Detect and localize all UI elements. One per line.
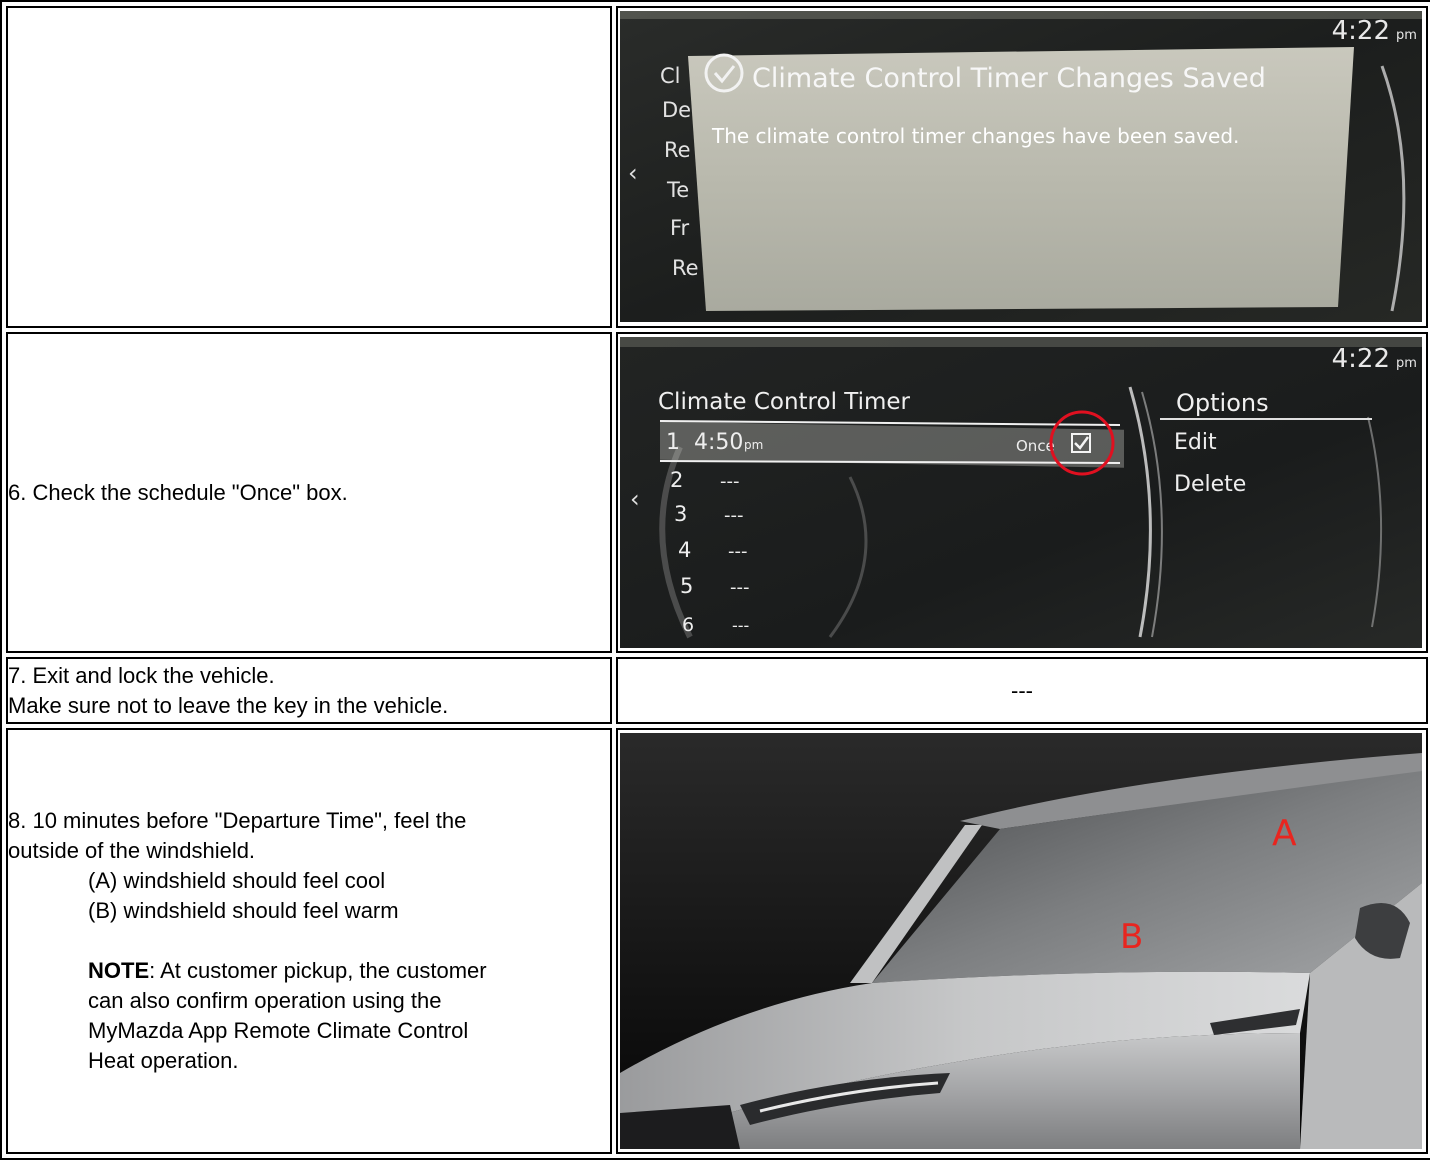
clock-time: 4:22 bbox=[1332, 16, 1390, 46]
timer-number: 3 bbox=[674, 502, 687, 526]
timer-time: --- bbox=[730, 577, 750, 598]
option-edit[interactable]: Edit bbox=[1174, 430, 1217, 455]
clock-suffix: pm bbox=[1396, 28, 1417, 43]
step-row-6: 6. Check the schedule "Once" box. 4:22 p… bbox=[6, 331, 1428, 654]
instruction-cell-8: 8. 10 minutes before "Departure Time", f… bbox=[6, 727, 612, 1154]
instruction-cell-7: 7. Exit and lock the vehicle. Make sure … bbox=[6, 657, 612, 724]
step-7-line: 7. Exit and lock the vehicle. bbox=[8, 662, 275, 688]
procedure-table: 4:22 pm ‹ Cl De Re Te Fr Re Climate Cont… bbox=[0, 0, 1430, 1160]
menu-fragment[interactable]: Re bbox=[664, 138, 691, 162]
menu-fragment[interactable]: Fr bbox=[670, 216, 690, 240]
note-text: : At customer pickup, the customer bbox=[149, 957, 487, 983]
image-cell-none: --- bbox=[616, 657, 1428, 724]
step-row-7: 7. Exit and lock the vehicle. Make sure … bbox=[6, 657, 1428, 724]
timer-time: 4:50 bbox=[694, 430, 743, 455]
note-text: can also confirm operation using the bbox=[88, 987, 442, 1013]
timer-number: 2 bbox=[670, 468, 683, 492]
timer-time: --- bbox=[724, 505, 744, 526]
sub-item-a: (A) windshield should feel cool bbox=[88, 867, 386, 893]
step-row-8: 8. 10 minutes before "Departure Time", f… bbox=[6, 727, 1428, 1154]
option-delete[interactable]: Delete bbox=[1174, 472, 1246, 497]
timer-time: --- bbox=[728, 541, 748, 562]
timer-number: 1 bbox=[666, 430, 680, 455]
note-text: MyMazda App Remote Climate Control bbox=[88, 1017, 469, 1043]
popup-title: Climate Control Timer Changes Saved bbox=[752, 63, 1266, 94]
step-8-line: outside of the windshield. bbox=[8, 837, 256, 863]
popup-message: The climate control timer changes have b… bbox=[711, 124, 1239, 148]
label-a: A bbox=[1272, 813, 1297, 854]
menu-fragment[interactable]: Cl bbox=[660, 64, 681, 88]
menu-fragment[interactable]: De bbox=[662, 98, 691, 122]
menu-fragment[interactable]: Te bbox=[666, 178, 689, 202]
image-cell-vehicle: A B bbox=[616, 727, 1428, 1154]
instruction-cell-empty bbox=[6, 6, 612, 328]
timer-schedule-label: Once bbox=[1016, 437, 1055, 455]
step-row-popup: 4:22 pm ‹ Cl De Re Te Fr Re Climate Cont… bbox=[6, 6, 1428, 328]
timer-time: --- bbox=[732, 616, 749, 635]
image-cell-timer: 4:22 pm Climate Control Timer 1 4:50 pm … bbox=[616, 331, 1428, 654]
vehicle-windshield-illustration: A B bbox=[620, 732, 1422, 1149]
screen-photo-timer-list: 4:22 pm Climate Control Timer 1 4:50 pm … bbox=[620, 337, 1422, 649]
instruction-cell-6: 6. Check the schedule "Once" box. bbox=[6, 331, 612, 654]
note-text: Heat operation. bbox=[88, 1047, 239, 1073]
menu-fragment[interactable]: Re bbox=[672, 256, 699, 280]
screen-photo-saved-popup: 4:22 pm ‹ Cl De Re Te Fr Re Climate Cont… bbox=[620, 11, 1422, 323]
no-image-placeholder: --- bbox=[1011, 677, 1033, 703]
step-8-line: 8. 10 minutes before "Departure Time", f… bbox=[8, 807, 467, 833]
back-chevron-icon[interactable]: ‹ bbox=[630, 485, 640, 513]
note-label: NOTE bbox=[88, 957, 150, 983]
back-chevron-icon[interactable]: ‹ bbox=[628, 159, 638, 187]
screen-title: Climate Control Timer bbox=[658, 389, 911, 415]
label-b: B bbox=[1120, 917, 1143, 957]
timer-time: --- bbox=[720, 471, 740, 492]
clock-time: 4:22 bbox=[1332, 344, 1390, 374]
sub-item-b: (B) windshield should feel warm bbox=[88, 897, 399, 923]
note: NOTE: At customer pickup, the customer bbox=[8, 956, 610, 986]
timer-number: 5 bbox=[680, 574, 693, 598]
options-title: Options bbox=[1176, 389, 1269, 417]
timer-number: 4 bbox=[678, 538, 691, 562]
step-6-text: 6. Check the schedule "Once" box. bbox=[8, 479, 348, 505]
timer-number: 6 bbox=[682, 614, 694, 636]
clock-suffix: pm bbox=[1396, 356, 1417, 371]
image-cell-popup: 4:22 pm ‹ Cl De Re Te Fr Re Climate Cont… bbox=[616, 6, 1428, 328]
timer-time-suffix: pm bbox=[744, 438, 763, 452]
step-7-line: Make sure not to leave the key in the ve… bbox=[8, 692, 449, 718]
